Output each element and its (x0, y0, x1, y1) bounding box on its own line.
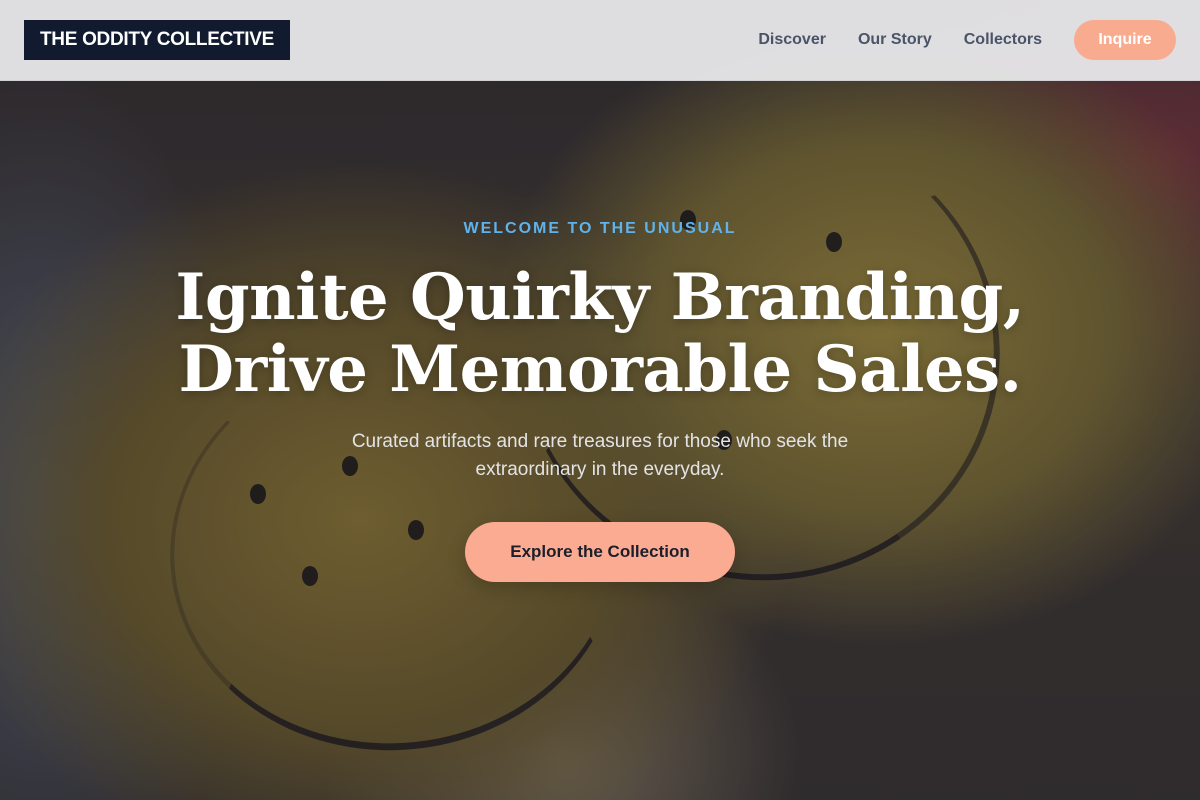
hero-eyebrow: WELCOME TO THE UNUSUAL (463, 220, 737, 237)
nav-link-discover[interactable]: Discover (758, 31, 826, 49)
hero-subtext: Curated artifacts and rare treasures for… (351, 431, 849, 480)
hero-headline-line-2: Drive Memorable Sales. (178, 332, 1022, 407)
hero-headline-line-1: Ignite Quirky Branding, (175, 260, 1025, 335)
inquire-button[interactable]: Inquire (1074, 20, 1176, 60)
nav-link-collectors[interactable]: Collectors (964, 31, 1042, 49)
main-nav: Discover Our Story Collectors Inquire (758, 20, 1176, 60)
site-logo[interactable]: THE ODDITY COLLECTIVE (24, 20, 291, 60)
nav-link-our-story[interactable]: Our Story (858, 31, 932, 49)
explore-collection-button[interactable]: Explore the Collection (465, 522, 735, 582)
site-header: THE ODDITY COLLECTIVE Discover Our Story… (0, 0, 1200, 81)
hero-headline: Ignite Quirky Branding, Drive Memorable … (0, 262, 1200, 406)
